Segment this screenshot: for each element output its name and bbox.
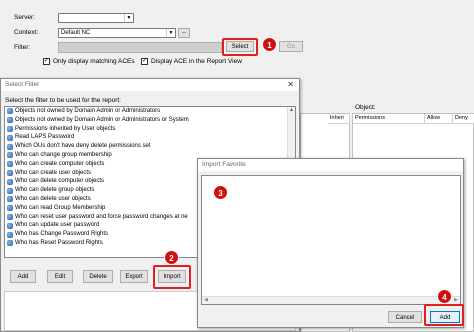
import-favorite-titlebar: Import Favorite bbox=[198, 159, 463, 171]
close-icon[interactable]: ✕ bbox=[287, 79, 294, 91]
filter-icon bbox=[7, 231, 13, 238]
delete-filter-button[interactable]: Delete bbox=[83, 270, 113, 283]
callout-4: 4 bbox=[437, 289, 452, 304]
filter-list-item[interactable]: Permissions inherited by User objects bbox=[5, 125, 295, 134]
cancel-button[interactable]: Cancel bbox=[388, 311, 422, 323]
only-matching-label: Only display matching ACEs bbox=[53, 58, 135, 65]
column-header-permissions[interactable]: Permissions bbox=[353, 114, 425, 124]
filter-icon bbox=[7, 152, 13, 159]
scroll-left-icon[interactable]: ◀ bbox=[204, 297, 208, 303]
import-hscrollbar[interactable]: ◀ ▶ bbox=[202, 296, 460, 304]
export-filter-button[interactable]: Export bbox=[120, 270, 148, 283]
column-header-deny[interactable]: Deny bbox=[453, 114, 474, 124]
scroll-right-icon[interactable]: ▶ bbox=[454, 297, 458, 303]
filter-icon bbox=[7, 161, 13, 168]
filter-item-label: Who has Change Password Rights bbox=[15, 231, 109, 238]
filter-icon bbox=[7, 187, 13, 194]
highlight-import bbox=[153, 265, 191, 289]
filter-item-label: Which OUs don't have deny delete permiss… bbox=[15, 143, 151, 150]
add-filter-button[interactable]: Add bbox=[10, 270, 36, 283]
callout-1: 1 bbox=[262, 37, 277, 52]
filter-item-label: Who can reset user password and force pa… bbox=[15, 213, 188, 220]
filter-list-item[interactable]: Read LAPS Password bbox=[5, 133, 295, 142]
context-browse-button[interactable]: ... bbox=[178, 28, 190, 38]
highlight-add bbox=[424, 304, 464, 326]
scroll-up-icon[interactable]: ▲ bbox=[288, 107, 295, 113]
edit-filter-button[interactable]: Edit bbox=[47, 270, 73, 283]
filter-item-label: Who has Reset Password Rights bbox=[15, 239, 103, 246]
import-favorite-dialog: Import Favorite ◀ ▶ Cancel Add bbox=[197, 158, 464, 328]
filter-list-item[interactable]: Objects not owned by Domain Admin or Adm… bbox=[5, 116, 295, 125]
filter-icon bbox=[7, 108, 13, 115]
display-ace-label: Display ACE in the Report View bbox=[151, 58, 242, 65]
filter-item-label: Objects not owned by Domain Admin or Adm… bbox=[15, 108, 161, 114]
filter-icon bbox=[7, 196, 13, 203]
filter-icon bbox=[7, 134, 13, 141]
filter-icon bbox=[7, 213, 13, 220]
only-matching-checkbox[interactable]: ✓ bbox=[43, 58, 50, 65]
filter-icon bbox=[7, 178, 13, 185]
filter-item-label: Who can delete group objects bbox=[15, 187, 95, 194]
chevron-down-icon[interactable]: ▼ bbox=[166, 29, 175, 37]
filter-item-label: Who can read Group Membership bbox=[15, 204, 106, 211]
filter-item-label: Read LAPS Password bbox=[15, 134, 75, 141]
filter-list-item[interactable]: Objects not owned by Domain Admin or Adm… bbox=[5, 107, 295, 116]
server-combo[interactable]: ▼ bbox=[58, 13, 134, 23]
display-ace-checkbox[interactable]: ✓ bbox=[141, 58, 148, 65]
filter-icon bbox=[7, 222, 13, 229]
context-label: Context: bbox=[14, 29, 39, 36]
filter-item-label: Permissions inherited by User objects bbox=[15, 125, 116, 132]
filter-item-label: Who can create user objects bbox=[15, 169, 92, 176]
go-button[interactable]: Go bbox=[279, 41, 303, 52]
select-filter-title: Select Filter bbox=[5, 81, 40, 88]
filter-icon bbox=[7, 125, 13, 132]
context-value: Default NC bbox=[61, 30, 91, 36]
highlight-select bbox=[222, 38, 258, 56]
callout-2: 2 bbox=[164, 250, 179, 265]
column-header-allow[interactable]: Allow bbox=[425, 114, 453, 124]
filter-item-label: Who can change group membership bbox=[15, 151, 112, 158]
chevron-down-icon[interactable]: ▼ bbox=[124, 14, 133, 22]
column-header-inherited[interactable]: Inheri bbox=[328, 114, 350, 124]
filter-icon bbox=[7, 205, 13, 212]
filter-item-label: Objects not owned by Domain Admin or Adm… bbox=[15, 116, 189, 123]
filter-label: Filter: bbox=[14, 44, 31, 51]
filter-item-label: Who can delete user objects bbox=[15, 195, 91, 202]
filter-item-label: Who can delete computer objects bbox=[15, 178, 105, 185]
server-label: Server: bbox=[14, 14, 35, 21]
filter-item-label: Who can update user password bbox=[15, 222, 100, 229]
filter-icon bbox=[7, 240, 13, 247]
context-combo[interactable]: Default NC ▼ bbox=[58, 28, 176, 38]
filter-input[interactable] bbox=[58, 42, 222, 53]
filter-icon bbox=[7, 117, 13, 124]
filter-icon bbox=[7, 169, 13, 176]
import-textarea[interactable]: ◀ ▶ bbox=[201, 175, 461, 305]
select-filter-titlebar: Select Filter ✕ bbox=[1, 79, 299, 91]
filter-item-label: Who can create computer objects bbox=[15, 160, 105, 167]
object-label: Object: bbox=[355, 104, 376, 111]
callout-3: 3 bbox=[213, 185, 228, 200]
select-filter-instruction: Select the filter to be used for the rep… bbox=[5, 97, 121, 104]
import-favorite-title: Import Favorite bbox=[202, 161, 246, 168]
filter-list-item[interactable]: Which OUs don't have deny delete permiss… bbox=[5, 142, 295, 151]
filter-icon bbox=[7, 143, 13, 150]
